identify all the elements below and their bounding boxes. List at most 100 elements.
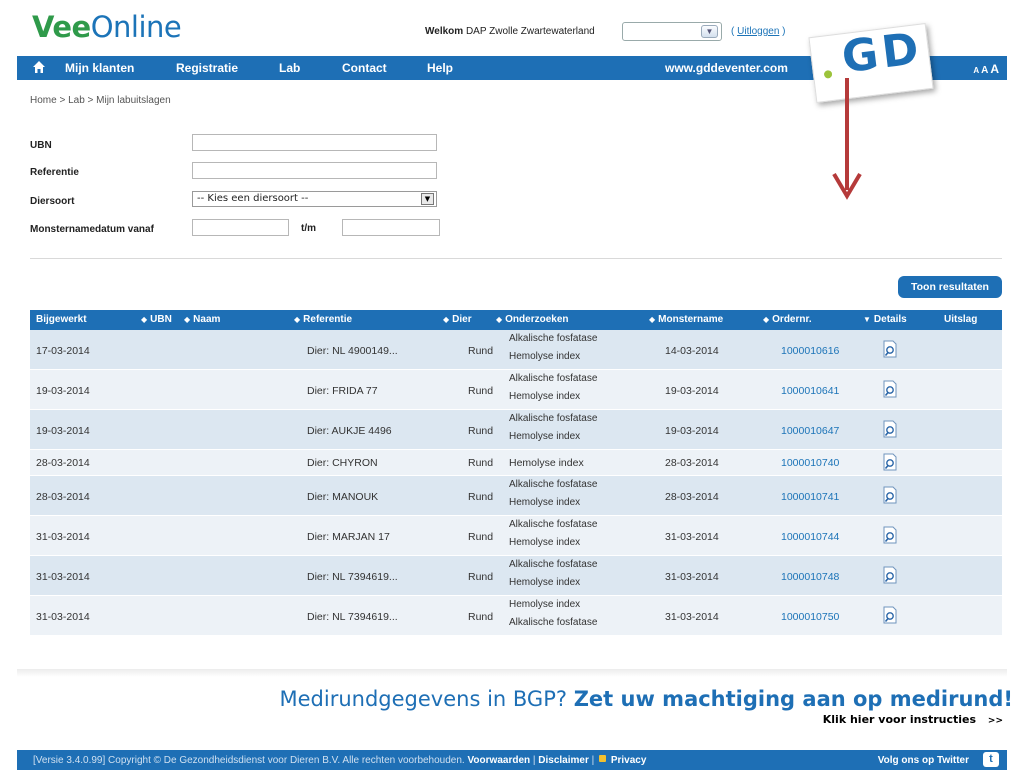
privacy-link[interactable]: Privacy [611, 755, 647, 766]
col-ubn-label: UBN [150, 314, 172, 325]
col-naam[interactable]: ◆ Naam [184, 314, 220, 325]
welcome-text: Welkom DAP Zwolle Zwartewaterland [425, 26, 595, 37]
cell-monstername: 14-03-2014 [665, 345, 719, 357]
col-onderzoeken-label: Onderzoeken [505, 314, 569, 325]
medirund-banner[interactable]: Medirundgegevens in BGP? Zet uw machtigi… [280, 687, 1013, 711]
cell-bijgewerkt: 19-03-2014 [36, 385, 90, 397]
order-link[interactable]: 1000010647 [781, 425, 839, 437]
col-onderzoeken[interactable]: ◆ Onderzoeken [496, 314, 569, 325]
veeonline-logo[interactable]: VeeOnline [32, 10, 182, 44]
site-link[interactable]: www.gddeventer.com [665, 61, 788, 75]
cell-referentie: Dier: FRIDA 77 [307, 385, 378, 397]
cell-dier: Rund [468, 385, 494, 397]
banner-question: Medirundgegevens in BGP? [279, 687, 568, 711]
details-search-icon[interactable] [881, 486, 899, 504]
cell-onderzoek: Hemolyse index [509, 497, 581, 508]
font-size-large[interactable]: A [990, 62, 999, 76]
cell-onderzoek: Hemolyse index [509, 537, 581, 548]
chevron-down-icon[interactable]: ▼ [701, 25, 718, 38]
order-link[interactable]: 1000010750 [781, 611, 839, 623]
banner-instructions-label: Klik hier voor instructies [822, 713, 977, 726]
cell-monstername: 19-03-2014 [665, 385, 719, 397]
font-size-medium[interactable]: A [981, 65, 988, 76]
order-link[interactable]: 1000010616 [781, 345, 839, 357]
sort-icon[interactable]: ◆ [496, 315, 502, 324]
sort-icon[interactable]: ◆ [649, 315, 655, 324]
cell-onderzoek: Alkalische fosfatase [509, 559, 598, 570]
details-search-icon[interactable] [881, 380, 899, 398]
order-link[interactable]: 1000010741 [781, 491, 839, 503]
col-dier[interactable]: ◆ Dier [443, 314, 472, 325]
logo-online: Online [90, 10, 182, 44]
details-search-icon[interactable] [881, 453, 899, 471]
sort-desc-icon[interactable]: ▼ [863, 315, 871, 324]
nav-item-lab[interactable]: Lab [279, 61, 300, 75]
col-ordernr[interactable]: ◆ Ordernr. [763, 314, 812, 325]
cell-dier: Rund [468, 571, 494, 583]
font-size-controls: AAA [971, 62, 999, 76]
cell-onderzoek: Alkalische fosfatase [509, 519, 598, 530]
logout-paren-close: ) [782, 26, 786, 37]
cell-dier: Rund [468, 345, 494, 357]
sort-icon[interactable]: ◆ [141, 315, 147, 324]
cell-bijgewerkt: 28-03-2014 [36, 491, 90, 503]
font-size-small[interactable]: A [973, 66, 979, 75]
nav-item-help[interactable]: Help [427, 61, 453, 75]
sort-icon[interactable]: ◆ [294, 315, 300, 324]
cell-monstername: 19-03-2014 [665, 425, 719, 437]
details-search-icon[interactable] [881, 340, 899, 358]
table-row: 28-03-2014 Dier: CHYRON Rund Hemolyse index… [30, 450, 1002, 476]
cell-bijgewerkt: 17-03-2014 [36, 345, 90, 357]
cell-bijgewerkt: 31-03-2014 [36, 611, 90, 623]
banner-divider [17, 669, 1007, 677]
col-monstername[interactable]: ◆ Monstername [649, 314, 723, 325]
cell-onderzoek: Alkalische fosfatase [509, 413, 598, 424]
home-icon[interactable] [32, 60, 46, 74]
ubn-input[interactable] [192, 134, 437, 151]
table-row: 31-03-2014 Dier: MARJAN 17 Rund Alkalische … [30, 516, 1002, 556]
col-referentie[interactable]: ◆ Referentie [294, 314, 352, 325]
cell-onderzoek: Alkalische fosfatase [509, 617, 598, 628]
voorwaarden-link[interactable]: Voorwaarden [468, 755, 531, 766]
col-ubn[interactable]: ◆ UBN [141, 314, 172, 325]
sort-icon[interactable]: ◆ [443, 315, 449, 324]
details-search-icon[interactable] [881, 526, 899, 544]
diersoort-select-value: -- Kies een diersoort -- [197, 193, 309, 204]
referentie-input[interactable] [192, 162, 437, 179]
order-link[interactable]: 1000010641 [781, 385, 839, 397]
banner-instructions-link[interactable]: Klik hier voor instructies >> [823, 713, 1003, 726]
sort-icon[interactable]: ◆ [763, 315, 769, 324]
nav-item-mijn-klanten[interactable]: Mijn klanten [65, 61, 134, 75]
cell-dier: Rund [468, 491, 494, 503]
show-results-button[interactable]: Toon resultaten [898, 276, 1002, 298]
col-dier-label: Dier [452, 314, 472, 325]
chevron-down-icon[interactable]: ▼ [421, 193, 434, 205]
order-link[interactable]: 1000010744 [781, 531, 839, 543]
order-link[interactable]: 1000010748 [781, 571, 839, 583]
order-link[interactable]: 1000010740 [781, 457, 839, 469]
user-select[interactable]: ▼ [622, 22, 722, 41]
details-search-icon[interactable] [881, 420, 899, 438]
col-bijgewerkt[interactable]: Bijgewerkt [36, 314, 87, 325]
copyright-text: [Versie 3.4.0.99] Copyright © De Gezondh… [33, 755, 465, 766]
details-search-icon[interactable] [881, 566, 899, 584]
cell-monstername: 31-03-2014 [665, 571, 719, 583]
twitter-link[interactable]: Volg ons op Twitter [878, 755, 969, 766]
disclaimer-link[interactable]: Disclaimer [538, 755, 589, 766]
logout-link[interactable]: Uitloggen [737, 26, 779, 37]
details-search-icon[interactable] [881, 606, 899, 624]
diersoort-select[interactable]: -- Kies een diersoort -- ▼ [192, 191, 437, 207]
nav-item-registratie[interactable]: Registratie [176, 61, 238, 75]
cell-dier: Rund [468, 611, 494, 623]
col-details[interactable]: ▼ Details [863, 314, 907, 325]
twitter-icon[interactable]: t [983, 752, 999, 767]
datum-vanaf-input[interactable] [192, 219, 289, 236]
col-uitslag[interactable]: Uitslag [944, 314, 977, 325]
footer-sep: | [532, 755, 536, 766]
results-table: Bijgewerkt ◆ UBN ◆ Naam ◆ Referentie ◆ Dier … [30, 310, 1002, 636]
datum-tm-input[interactable] [342, 219, 440, 236]
cell-onderzoek: Hemolyse index [509, 391, 581, 402]
nav-item-contact[interactable]: Contact [342, 61, 387, 75]
sort-icon[interactable]: ◆ [184, 315, 190, 324]
col-referentie-label: Referentie [303, 314, 353, 325]
